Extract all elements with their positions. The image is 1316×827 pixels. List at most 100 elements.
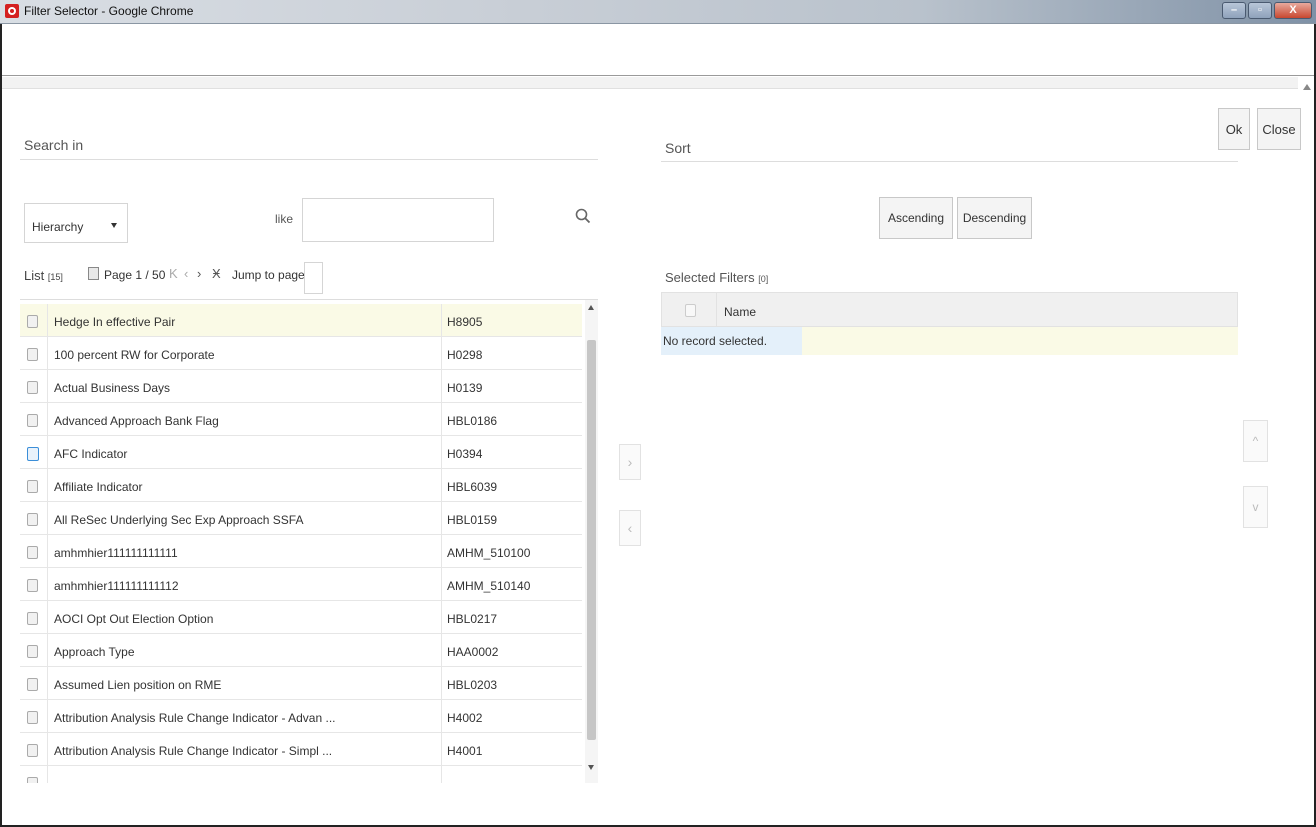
ascending-button[interactable]: Ascending (879, 197, 953, 239)
selected-filters-title: Selected Filters [0] (665, 270, 768, 285)
column-divider (441, 733, 442, 766)
row-checkbox[interactable] (27, 645, 38, 658)
next-page-icon[interactable]: › (197, 266, 201, 281)
list-item[interactable]: Approach Type HAA0002 (20, 634, 582, 667)
list-item[interactable]: Affiliate Indicator HBL6039 (20, 469, 582, 502)
column-divider (47, 370, 48, 403)
list-item[interactable]: Actual Business Days H0139 (20, 370, 582, 403)
row-checkbox[interactable] (27, 447, 39, 461)
caret-down-icon (111, 223, 117, 228)
list-item[interactable]: Attribution Analysis Rule Change Indicat… (20, 733, 582, 766)
row-checkbox[interactable] (27, 348, 38, 361)
column-divider (441, 436, 442, 469)
row-name: Hedge In effective Pair (54, 315, 176, 329)
list-item[interactable]: Advanced Approach Bank Flag HBL0186 (20, 403, 582, 436)
minimize-button[interactable]: – (1222, 2, 1246, 19)
row-name: Advanced Approach Bank Flag (54, 414, 219, 428)
column-divider (47, 436, 48, 469)
page-icon (88, 267, 99, 280)
row-code: HBL0217 (447, 612, 498, 626)
column-divider (441, 337, 442, 370)
column-divider (441, 634, 442, 667)
row-checkbox[interactable] (27, 480, 38, 493)
row-checkbox[interactable] (27, 546, 38, 559)
row-checkbox[interactable] (27, 513, 38, 526)
column-divider (441, 403, 442, 436)
browser-address-area (2, 24, 1314, 76)
list-item[interactable] (20, 766, 582, 783)
add-filter-button[interactable]: › (619, 444, 641, 480)
list-item[interactable]: Assumed Lien position on RME HBL0203 (20, 667, 582, 700)
column-divider (47, 535, 48, 568)
scroll-thumb[interactable] (587, 340, 596, 740)
page-scrollbar[interactable] (1300, 78, 1314, 818)
row-code: HBL0159 (447, 513, 498, 527)
row-code: H4002 (447, 711, 483, 725)
row-code: H8905 (447, 315, 483, 329)
row-name: Assumed Lien position on RME (54, 678, 222, 692)
list-item[interactable]: AFC Indicator H0394 (20, 436, 582, 469)
move-up-button[interactable]: ^ (1243, 420, 1268, 462)
window-close-button[interactable]: X (1274, 2, 1312, 19)
window-title: Filter Selector - Google Chrome (24, 4, 194, 18)
selected-filters-label: Selected Filters (665, 270, 755, 285)
row-checkbox[interactable] (27, 678, 38, 691)
column-divider (441, 766, 442, 783)
list-item[interactable]: amhmhier111111111112 AMHM_510140 (20, 568, 582, 601)
row-checkbox[interactable] (27, 381, 38, 394)
column-divider (47, 337, 48, 370)
search-input[interactable] (302, 198, 494, 242)
table-header: Name (661, 292, 1238, 328)
jump-to-page-label: Jump to page (232, 268, 305, 282)
search-icon[interactable] (575, 208, 591, 224)
column-divider (47, 403, 48, 436)
row-checkbox[interactable] (27, 414, 38, 427)
list-item[interactable]: amhmhier111111111111 AMHM_510100 (20, 535, 582, 568)
remove-filter-button[interactable]: ‹ (619, 510, 641, 546)
name-column-header[interactable]: Name (724, 305, 756, 319)
row-checkbox[interactable] (27, 612, 38, 625)
row-name: Approach Type (54, 645, 135, 659)
first-page-icon[interactable]: K (169, 266, 178, 281)
column-divider (47, 304, 48, 337)
descending-button[interactable]: Descending (957, 197, 1032, 239)
column-divider (441, 700, 442, 733)
select-all-checkbox[interactable] (685, 304, 696, 317)
selected-filters-count: [0] (758, 274, 769, 284)
list-item[interactable]: Hedge In effective Pair H8905 (20, 304, 582, 337)
row-name: All ReSec Underlying Sec Exp Approach SS… (54, 513, 304, 527)
column-divider (441, 469, 442, 502)
maximize-button[interactable]: ▫ (1248, 2, 1272, 19)
previous-page-icon[interactable]: ‹ (184, 266, 188, 281)
list-item[interactable]: 100 percent RW for Corporate H0298 (20, 337, 582, 370)
list-item[interactable]: All ReSec Underlying Sec Exp Approach SS… (20, 502, 582, 535)
row-code: AMHM_510100 (447, 546, 531, 560)
move-down-button[interactable]: v (1243, 486, 1268, 528)
scroll-down-icon[interactable] (588, 765, 594, 770)
list-label: List [15] (24, 268, 63, 283)
row-checkbox[interactable] (27, 777, 38, 783)
ok-button[interactable]: Ok (1218, 108, 1250, 150)
row-checkbox[interactable] (27, 579, 38, 592)
list-item[interactable]: AOCI Opt Out Election Option HBL0217 (20, 601, 582, 634)
column-divider (441, 601, 442, 634)
hierarchy-select[interactable]: Hierarchy (24, 203, 128, 243)
column-divider (47, 601, 48, 634)
column-divider (441, 568, 442, 601)
list-item[interactable]: Attribution Analysis Rule Change Indicat… (20, 700, 582, 733)
row-checkbox[interactable] (27, 744, 38, 757)
last-page-icon[interactable]: Ӿ (212, 266, 221, 281)
close-button[interactable]: Close (1257, 108, 1301, 150)
column-divider (441, 667, 442, 700)
column-divider (441, 370, 442, 403)
jump-to-page-input[interactable] (304, 262, 323, 294)
list-scrollbar[interactable] (585, 300, 598, 783)
empty-row: No record selected. (661, 327, 1238, 355)
scroll-up-icon[interactable] (588, 305, 594, 310)
search-in-title: Search in (24, 137, 84, 153)
scroll-up-icon[interactable] (1303, 84, 1311, 90)
no-record-message: No record selected. (661, 327, 802, 355)
row-checkbox[interactable] (27, 711, 38, 724)
row-checkbox[interactable] (27, 315, 38, 328)
column-divider (47, 700, 48, 733)
